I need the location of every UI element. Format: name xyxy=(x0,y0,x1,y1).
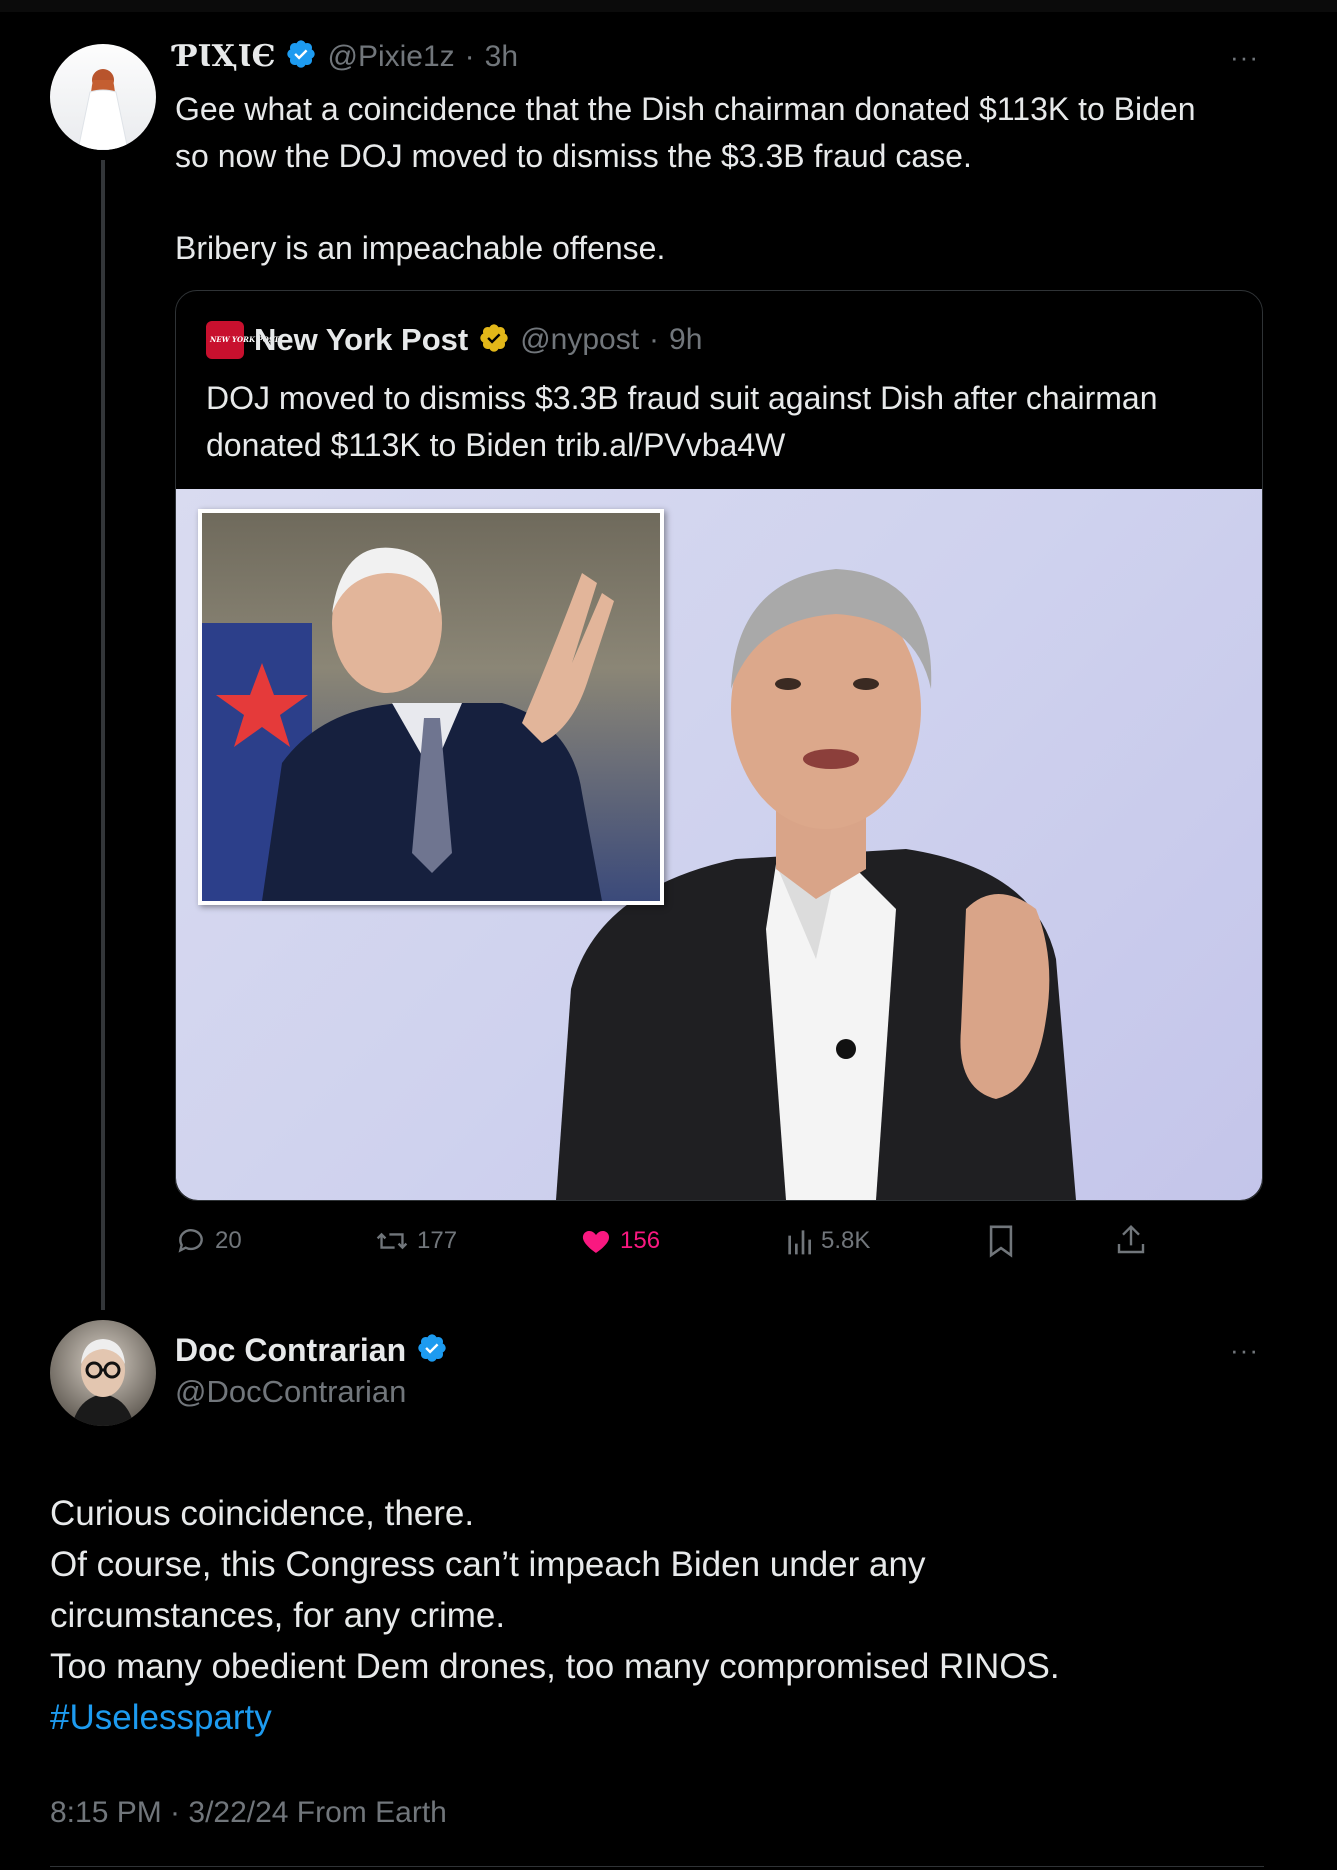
author-name[interactable]: Doc Contrarian xyxy=(175,1332,406,1369)
analytics-icon xyxy=(785,1225,813,1257)
like-count: 156 xyxy=(620,1227,661,1254)
tweet2-text-line: circumstances, for any crime. xyxy=(50,1596,506,1635)
quoted-tweet-card[interactable]: NEW YORK POST New York Post @nypost · 9h… xyxy=(175,290,1263,1201)
tweet1-text: Gee what a coincidence that the Dish cha… xyxy=(175,86,1275,272)
author-handle[interactable]: @Pixie1z xyxy=(327,40,454,74)
nypost-logo-icon: NEW YORK POST xyxy=(206,321,279,359)
separator-dot: · xyxy=(464,39,475,73)
doc-avatar[interactable] xyxy=(50,1320,156,1426)
verified-badge-icon xyxy=(416,1332,448,1369)
quote-text-line: DOJ moved to dismiss $3.3B fraud suit ag… xyxy=(206,380,1158,416)
views-button[interactable]: 5.8K xyxy=(785,1225,870,1257)
thread-connector-line xyxy=(101,160,105,1310)
quote-media-image[interactable] xyxy=(176,489,1262,1200)
tweet2-text-line: Curious coincidence, there. xyxy=(50,1494,475,1533)
author-handle[interactable]: @DocContrarian xyxy=(175,1374,406,1410)
reply-icon xyxy=(175,1225,207,1257)
hashtag-link[interactable]: #Uselessparty xyxy=(50,1692,1290,1743)
repost-count: 177 xyxy=(417,1227,458,1254)
tweet1-text-line: Gee what a coincidence that the Dish cha… xyxy=(175,91,1196,127)
separator-dot: · xyxy=(649,323,660,356)
quote-text: DOJ moved to dismiss $3.3B fraud suit ag… xyxy=(206,375,1236,469)
tweet2-text: Curious coincidence, there. Of course, t… xyxy=(50,1488,1290,1743)
verified-badge-icon xyxy=(285,38,317,75)
views-count: 5.8K xyxy=(821,1227,871,1254)
quote-time[interactable]: 9h xyxy=(669,323,702,357)
inset-biden-photo xyxy=(198,509,664,905)
more-options-icon[interactable]: ··· xyxy=(1230,1335,1259,1366)
quote-header: NEW YORK POST New York Post @nypost · 9h xyxy=(206,321,702,359)
pixie-avatar[interactable] xyxy=(50,44,156,150)
reply-button[interactable]: 20 xyxy=(175,1225,242,1257)
heart-icon xyxy=(580,1225,612,1257)
like-button[interactable]: 156 xyxy=(580,1225,660,1257)
quote-text-line: donated $113K to Biden trib.al/PVvba4W xyxy=(206,427,786,463)
tweet2-text-line: Too many obedient Dem drones, too many c… xyxy=(50,1647,1060,1686)
reply-count: 20 xyxy=(215,1227,242,1254)
tweet2-text-line: Of course, this Congress can’t impeach B… xyxy=(50,1545,926,1584)
quote-author-handle[interactable]: @nypost xyxy=(520,323,639,357)
gold-verified-badge-icon xyxy=(478,322,510,359)
tweet-timestamp[interactable]: 8:15 PM · 3/22/24 From Earth xyxy=(50,1796,447,1830)
share-icon[interactable] xyxy=(1115,1222,1147,1263)
tweet1-text-line: so now the DOJ moved to dismiss the $3.3… xyxy=(175,138,972,174)
repost-button[interactable]: 177 xyxy=(375,1225,457,1257)
tweet2-header: Doc Contrarian xyxy=(175,1332,448,1369)
more-options-icon[interactable]: ··· xyxy=(1230,42,1259,73)
tweet-time[interactable]: 3h xyxy=(485,40,518,74)
top-status-strip xyxy=(0,0,1337,12)
tweet1-text-line: Bribery is an impeachable offense. xyxy=(175,230,666,266)
divider xyxy=(50,1866,1264,1867)
quote-author-name[interactable]: New York Post xyxy=(254,322,468,358)
author-name[interactable]: ƤƖҲƖЄ xyxy=(175,39,275,74)
tweet1-header: ƤƖҲƖЄ @Pixie1z · 3h xyxy=(175,38,518,75)
repost-icon xyxy=(375,1225,409,1257)
bookmark-icon[interactable] xyxy=(986,1224,1016,1263)
